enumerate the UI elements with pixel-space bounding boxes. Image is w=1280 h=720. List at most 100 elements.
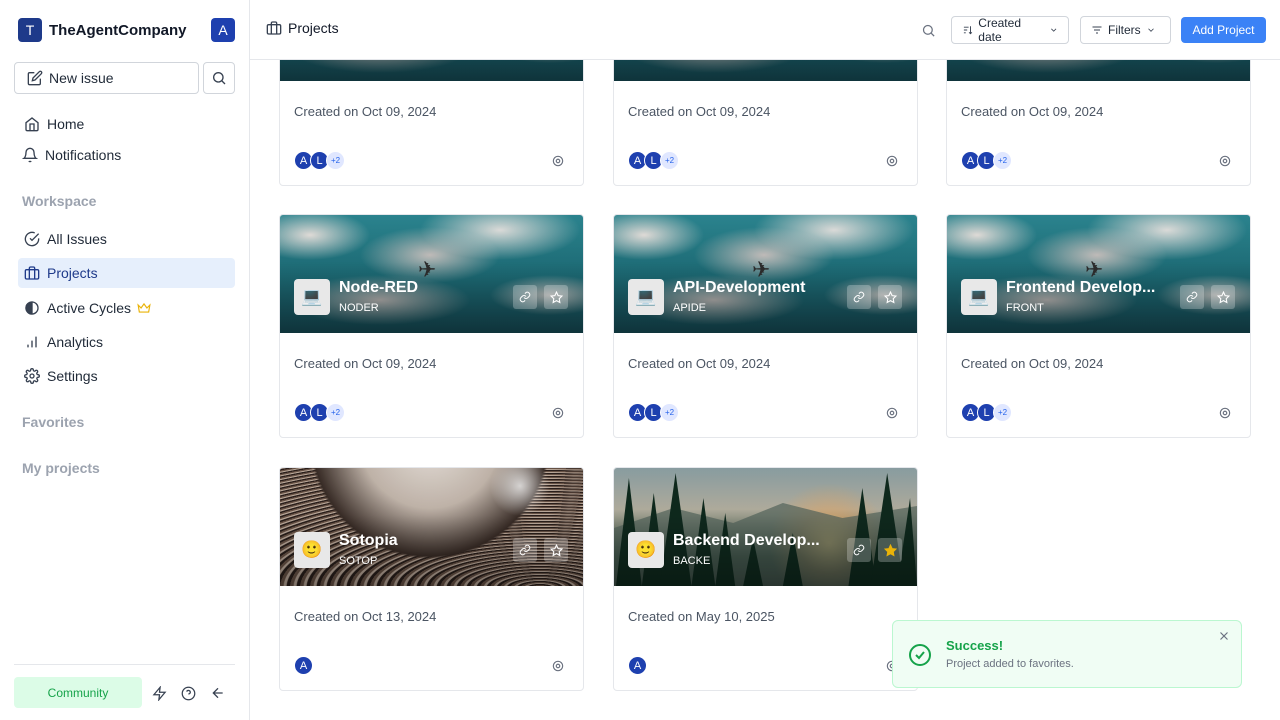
search-icon [922,24,935,37]
gear-icon[interactable] [551,659,565,673]
filter-icon [1092,26,1102,34]
sort-icon [963,26,973,35]
sidebar: T TheAgentCompany A New issue Home Notif… [0,0,250,720]
workspace-switcher[interactable]: T TheAgentCompany A [18,18,235,42]
favorite-button[interactable] [878,285,902,309]
project-identifier: NODER [339,302,379,314]
workspace-section-label[interactable]: Workspace [22,193,96,209]
sidebar-divider [14,664,235,665]
success-toast: Success! Project added to favorites. [892,620,1242,688]
sidebar-item-projects[interactable]: Projects [18,258,235,288]
contrast-icon [25,301,39,315]
more-members-badge[interactable]: +2 [326,151,345,170]
link-icon [1186,291,1198,303]
favorites-section-label[interactable]: Favorites [22,414,84,430]
project-created-date: Created on Oct 09, 2024 [628,104,771,119]
project-emoji-icon: 🙂 [628,532,664,568]
sidebar-item-all-issues[interactable]: All Issues [18,224,235,254]
sidebar-item-settings[interactable]: Settings [18,361,235,391]
project-created-date: Created on May 10, 2025 [628,609,775,624]
project-emoji-icon: 🙂 [294,532,330,568]
sidebar-search-button[interactable] [203,62,235,94]
sort-dropdown[interactable]: Created date [951,16,1069,44]
lightning-button[interactable] [150,684,168,702]
link-icon [519,544,531,556]
add-project-button[interactable]: Add Project [1181,17,1266,43]
gear-icon[interactable] [885,406,899,420]
new-issue-label: New issue [49,70,114,86]
briefcase-icon [24,266,40,280]
project-card[interactable]: 🙂 Sotopia SOTOP Created on Oct 13, 2024 … [279,467,584,691]
collapse-sidebar-button[interactable] [209,684,227,702]
project-cover: ✈ [947,215,1250,333]
gear-icon[interactable] [1218,154,1232,168]
project-card[interactable]: 🙂 Backend Develop... BACKE Created on Ma… [613,467,918,691]
copy-link-button[interactable] [1180,285,1204,309]
star-icon [549,543,563,556]
gear-icon [24,368,40,384]
copy-link-button[interactable] [847,285,871,309]
project-identifier: APIDE [673,302,707,314]
more-members-badge[interactable]: +2 [993,151,1012,170]
gear-icon[interactable] [551,154,565,168]
project-cover [614,468,917,586]
sidebar-item-analytics[interactable]: Analytics [18,327,235,357]
project-name: Backend Develop... [673,532,820,549]
close-icon[interactable] [1217,629,1231,643]
gear-icon[interactable] [1218,406,1232,420]
member-avatar[interactable]: A [294,656,313,675]
project-card[interactable]: ✈ 💻 API-Development APIDE Created on Oct… [613,214,918,438]
help-icon [181,686,195,700]
project-members: A L +2 [961,151,1012,170]
link-icon [519,291,531,303]
community-button[interactable]: Community [14,677,142,708]
header-search-button[interactable] [918,20,938,40]
crown-icon [137,302,151,313]
project-created-date: Created on Oct 13, 2024 [294,609,437,624]
favorite-button[interactable] [544,538,568,562]
sidebar-item-label: Active Cycles [47,300,132,316]
unfavorite-button[interactable] [878,538,902,562]
edit-icon [27,70,43,86]
favorite-button[interactable] [1211,285,1235,309]
favorite-button[interactable] [544,285,568,309]
star-icon [1216,290,1230,303]
more-members-badge[interactable]: +2 [993,403,1012,422]
project-name: API-Development [673,279,806,296]
sidebar-item-label: Settings [47,368,98,384]
project-identifier: FRONT [1006,302,1044,314]
project-members: A [294,656,313,675]
star-icon [549,290,563,303]
more-members-badge[interactable]: +2 [660,403,679,422]
more-members-badge[interactable]: +2 [660,151,679,170]
project-members: A L +2 [961,403,1012,422]
copy-link-button[interactable] [847,538,871,562]
gear-icon[interactable] [885,154,899,168]
copy-link-button[interactable] [513,538,537,562]
gear-icon[interactable] [551,406,565,420]
sidebar-item-home[interactable]: Home [18,109,235,139]
toast-message: Project added to favorites. [946,658,1074,670]
help-button[interactable] [179,684,197,702]
bell-icon [22,147,38,163]
lightning-icon [152,685,166,701]
workspace-logo: T [18,18,42,42]
new-issue-button[interactable]: New issue [14,62,199,94]
sidebar-item-active-cycles[interactable]: Active Cycles [18,293,235,323]
sidebar-item-label: Home [47,116,85,132]
user-avatar[interactable]: A [211,18,235,42]
member-avatar[interactable]: A [628,656,647,675]
sidebar-item-notifications[interactable]: Notifications [16,140,233,170]
home-icon [25,117,39,132]
project-card[interactable]: ✈ 💻 Frontend Develop... FRONT Created on… [946,214,1251,438]
project-card[interactable]: ✈ 💻 Node-RED NODER Created on Oct 09, 20… [279,214,584,438]
more-members-badge[interactable]: +2 [326,403,345,422]
sort-label: Created date [978,16,1021,44]
sidebar-item-label: Analytics [47,334,104,350]
filters-dropdown[interactable]: Filters [1080,16,1171,44]
check-circle-icon [24,231,40,247]
copy-link-button[interactable] [513,285,537,309]
project-members: A L +2 [294,151,345,170]
project-created-date: Created on Oct 09, 2024 [961,104,1104,119]
my-projects-section-label[interactable]: My projects [22,460,100,476]
